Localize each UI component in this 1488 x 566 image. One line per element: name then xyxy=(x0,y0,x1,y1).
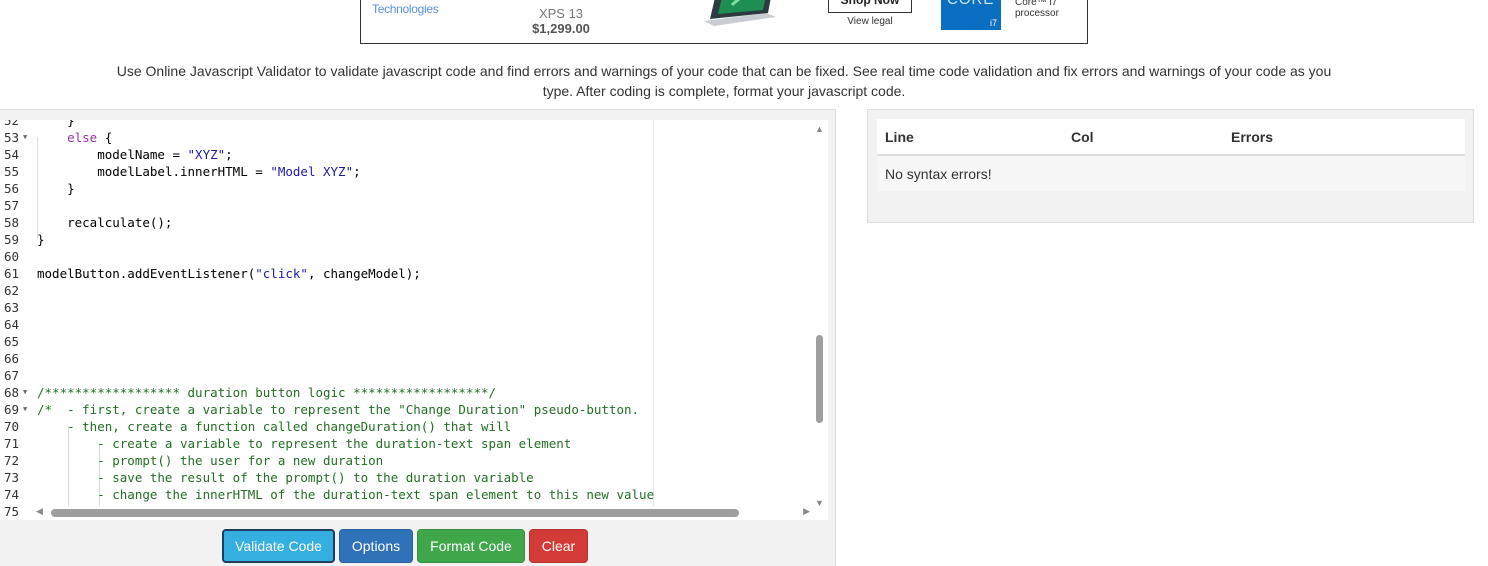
code-line: - save the result of the prompt() to the… xyxy=(0,469,820,486)
line-number: 64 xyxy=(4,317,20,332)
line-number: 60 xyxy=(4,249,20,264)
line-number: 63 xyxy=(4,300,20,315)
string-token: "click" xyxy=(255,266,308,281)
line-number-row: 66 xyxy=(0,350,820,367)
ad-brand: Technologies xyxy=(372,2,439,16)
comment-token: - create a variable to represent the dur… xyxy=(37,436,572,451)
table-row: No syntax errors! xyxy=(877,155,1465,191)
horizontal-scrollbar[interactable]: ◀ ▶ xyxy=(33,506,813,520)
code-line: - then, create a function called changeD… xyxy=(0,418,820,435)
vertical-scrollbar[interactable]: ▲ ▼ xyxy=(812,120,828,520)
ad-banner[interactable]: Technologies XPS 13 $1,299.00 Shop Now V… xyxy=(360,0,1088,44)
shop-now-button[interactable]: Shop Now xyxy=(828,0,912,13)
no-errors-message: No syntax errors! xyxy=(877,155,1465,191)
line-number-row: 63 xyxy=(0,299,820,316)
comment-token: - save the result of the prompt() to the… xyxy=(37,470,534,485)
code-line: /* - first, create a variable to represe… xyxy=(0,401,820,418)
comment-token: - prompt() the user for a new duration xyxy=(37,453,384,468)
line-number: 62 xyxy=(4,283,20,298)
line-number: 65 xyxy=(4,334,20,349)
clear-button[interactable]: Clear xyxy=(529,529,588,563)
line-number: 66 xyxy=(4,351,20,366)
scroll-left-icon[interactable]: ◀ xyxy=(36,506,43,517)
column-header-line: Line xyxy=(877,119,1063,156)
line-number-row: 62 xyxy=(0,282,820,299)
code-line: - create a variable to represent the dur… xyxy=(0,435,820,452)
processor-line-2: processor xyxy=(1015,8,1059,19)
comment-token: /****************** duration button logi… xyxy=(37,385,497,400)
code-editor[interactable]: 52 53 ▼ 54 55 56 57 58 59 60 61 62 63 64 65 66 67 68 ▼ 69 ▼ 7… xyxy=(0,120,828,520)
string-token: "XYZ" xyxy=(187,147,226,162)
comment-token: - then, create a function called changeD… xyxy=(37,419,512,434)
page-description: Use Online Javascript Validator to valid… xyxy=(116,63,1332,99)
code-line: - prompt() the user for a new duration xyxy=(0,452,820,469)
scroll-right-icon[interactable]: ▶ xyxy=(803,506,810,517)
code-line: modelLabel.innerHTML = "Model XYZ"; xyxy=(97,164,361,179)
code-line: } xyxy=(37,181,75,196)
column-header-col: Col xyxy=(1063,119,1223,156)
line-number-row: 57 xyxy=(0,197,820,214)
options-button[interactable]: Options xyxy=(339,529,413,563)
page: Technologies XPS 13 $1,299.00 Shop Now V… xyxy=(0,0,1488,566)
ad-model: XPS 13 xyxy=(538,6,584,21)
line-number: 67 xyxy=(4,368,20,383)
scroll-down-icon[interactable]: ▼ xyxy=(815,498,824,508)
line-number-row: 67 xyxy=(0,367,820,384)
line-number-row: 60 xyxy=(0,248,820,265)
errors-table-header: Line Col Errors xyxy=(877,119,1465,156)
chip-gen: i7 xyxy=(989,18,997,28)
view-legal-link[interactable]: View legal xyxy=(828,16,912,27)
scroll-up-icon[interactable]: ▲ xyxy=(815,124,824,134)
chip-text: CORE xyxy=(947,0,994,8)
code-line: /****************** duration button logi… xyxy=(0,384,820,401)
code-line: else { xyxy=(67,130,113,145)
editor-toolbar: Validate Code Options Format Code Clear xyxy=(0,529,836,565)
comment-token: - change the innerHTML of the duration-t… xyxy=(37,487,655,502)
laptop-image-icon xyxy=(704,0,776,26)
column-header-errors: Errors xyxy=(1223,119,1465,156)
intel-core-badge: CORE i7 xyxy=(941,0,1001,30)
line-number: 57 xyxy=(4,198,20,213)
horizontal-scroll-thumb[interactable] xyxy=(51,509,739,517)
code-line: modelName = "XYZ"; xyxy=(97,147,233,162)
string-token: "Model XYZ" xyxy=(270,164,354,179)
code-line: - change the innerHTML of the duration-t… xyxy=(0,486,820,503)
editor-panel: 52 53 ▼ 54 55 56 57 58 59 60 61 62 63 64 65 66 67 68 ▼ 69 ▼ 7… xyxy=(0,109,836,566)
code-line: recalculate(); xyxy=(37,215,173,230)
line-number: 75 xyxy=(4,504,20,519)
vertical-scroll-thumb[interactable] xyxy=(816,335,823,423)
line-number-row: 64 xyxy=(0,316,820,333)
processor-text: Core™ i7 processor xyxy=(1015,0,1059,19)
line-number-row: 65 xyxy=(0,333,820,350)
errors-table: Line Col Errors No syntax errors! xyxy=(877,119,1465,191)
code-line: modelButton.addEventListener("click", ch… xyxy=(37,266,421,281)
comment-token: /* - first, create a variable to represe… xyxy=(37,402,640,417)
format-code-button[interactable]: Format Code xyxy=(417,529,525,563)
code-line: } xyxy=(37,120,75,128)
ad-price: $1,299.00 xyxy=(532,21,590,36)
results-panel: Line Col Errors No syntax errors! xyxy=(867,109,1474,223)
processor-line-1: Core™ i7 xyxy=(1015,0,1058,8)
keyword-token: else xyxy=(67,130,98,145)
code-line: } xyxy=(37,232,45,247)
validate-code-button[interactable]: Validate Code xyxy=(222,529,335,563)
